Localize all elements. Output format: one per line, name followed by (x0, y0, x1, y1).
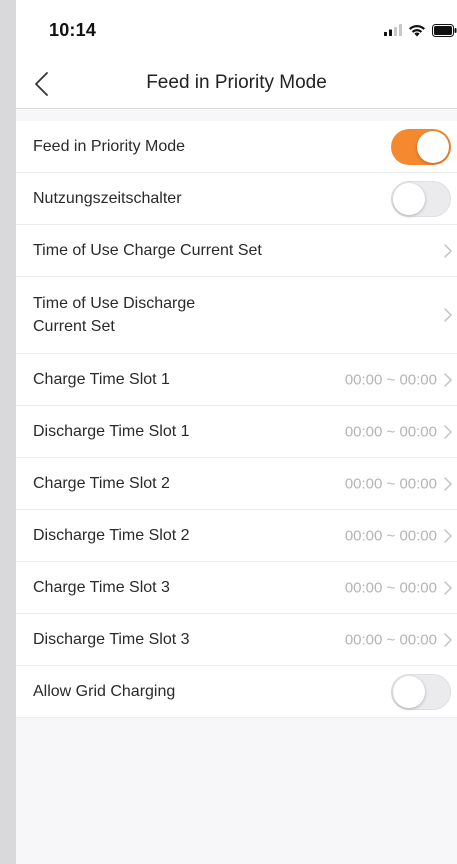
chevron-right-icon (444, 243, 452, 258)
row-label: Discharge Time Slot 3 (33, 631, 190, 648)
row-label: Time of Use Charge Current Set (33, 242, 262, 259)
row-label: Nutzungszeitschalter (33, 190, 182, 207)
row-charge-time-slot-3[interactable]: Charge Time Slot 3 00:00 ~ 00:00 (16, 562, 457, 614)
row-discharge-time-slot-1[interactable]: Discharge Time Slot 1 00:00 ~ 00:00 (16, 406, 457, 458)
row-label: Discharge Time Slot 2 (33, 527, 190, 544)
status-bar: 10:14 (16, 0, 457, 60)
row-label: Charge Time Slot 2 (33, 475, 170, 492)
row-tou-discharge-current-set[interactable]: Time of Use Discharge Current Set (16, 277, 457, 354)
row-charge-time-slot-1[interactable]: Charge Time Slot 1 00:00 ~ 00:00 (16, 354, 457, 406)
signal-icon (384, 24, 402, 36)
time-slot-value: 00:00 ~ 00:00 (344, 527, 437, 544)
row-discharge-time-slot-2[interactable]: Discharge Time Slot 2 00:00 ~ 00:00 (16, 510, 457, 562)
time-slot-value: 00:00 ~ 00:00 (344, 475, 437, 492)
row-allow-grid-charging: Allow Grid Charging (16, 666, 457, 718)
row-label: Feed in Priority Mode (33, 138, 186, 155)
time-slot-value: 00:00 ~ 00:00 (344, 423, 437, 440)
chevron-right-icon (444, 476, 452, 491)
battery-icon (432, 23, 457, 37)
navigation-bar: Feed in Priority Mode (16, 60, 457, 109)
row-label: Allow Grid Charging (33, 683, 176, 700)
row-discharge-time-slot-3[interactable]: Discharge Time Slot 3 00:00 ~ 00:00 (16, 614, 457, 666)
chevron-right-icon (444, 372, 452, 387)
feed-in-priority-toggle[interactable] (391, 128, 451, 165)
nutzungszeitschalter-toggle[interactable] (391, 180, 451, 217)
status-time: 10:14 (49, 20, 97, 40)
wifi-icon (409, 24, 425, 36)
settings-list: Feed in Priority Mode Nutzungszeitschalt… (16, 121, 457, 718)
chevron-right-icon (444, 580, 452, 595)
row-label: Charge Time Slot 3 (33, 579, 170, 596)
toggle-knob (393, 675, 425, 708)
phone-screen: 10:14 Feed in Priority Mode Feed in Prio… (16, 0, 457, 864)
chevron-right-icon (444, 632, 452, 647)
row-feed-in-priority-mode: Feed in Priority Mode (16, 121, 457, 173)
chevron-right-icon (444, 528, 452, 543)
row-label: Discharge Time Slot 1 (33, 423, 190, 440)
row-charge-time-slot-2[interactable]: Charge Time Slot 2 00:00 ~ 00:00 (16, 458, 457, 510)
allow-grid-charging-toggle[interactable] (391, 673, 451, 710)
row-label: Charge Time Slot 1 (33, 371, 170, 388)
chevron-right-icon (444, 424, 452, 439)
row-nutzungszeitschalter: Nutzungszeitschalter (16, 173, 457, 225)
toggle-knob (417, 130, 449, 163)
chevron-right-icon (444, 308, 452, 322)
time-slot-value: 00:00 ~ 00:00 (344, 631, 437, 648)
time-slot-value: 00:00 ~ 00:00 (344, 371, 437, 388)
status-icons (384, 22, 457, 38)
row-tou-charge-current-set[interactable]: Time of Use Charge Current Set (16, 225, 457, 277)
time-slot-value: 00:00 ~ 00:00 (344, 579, 437, 596)
page-title: Feed in Priority Mode (146, 72, 327, 93)
row-label: Time of Use Discharge Current Set (33, 295, 196, 335)
toggle-knob (393, 182, 425, 215)
